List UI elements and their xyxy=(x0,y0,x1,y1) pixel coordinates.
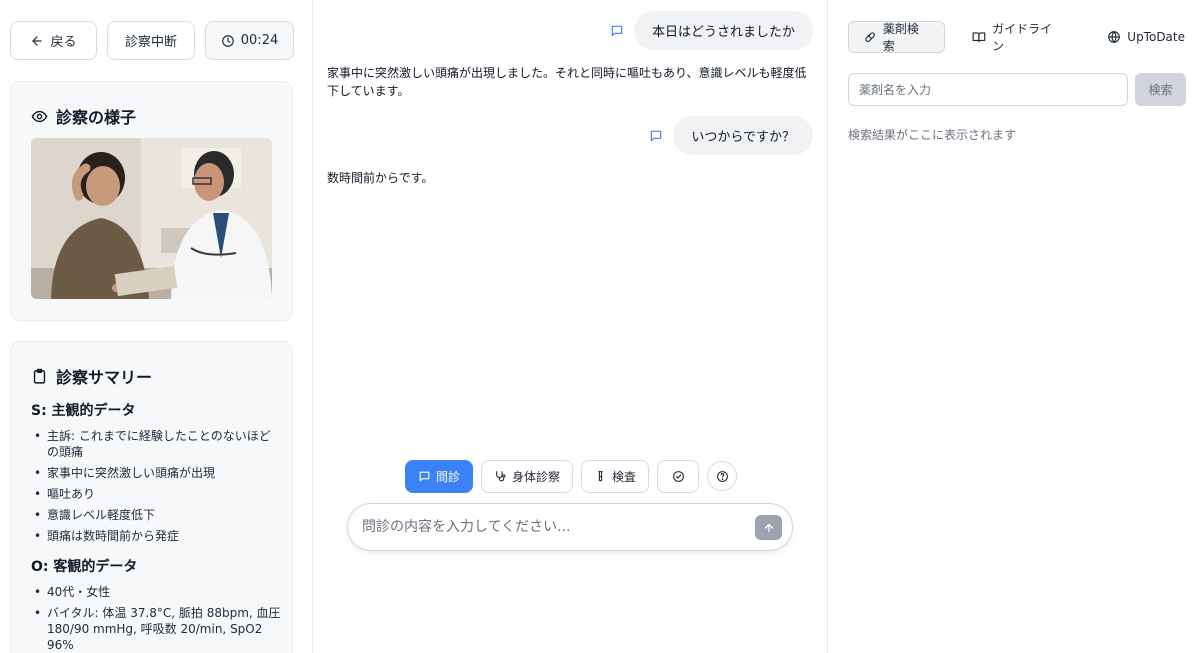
stop-exam-label: 診察中断 xyxy=(124,35,177,50)
stop-exam-button[interactable]: 診察中断 xyxy=(107,21,195,60)
list-item: バイタル: 体温 37.8°C, 脈拍 88bpm, 血圧 180/90 mmH… xyxy=(31,605,281,653)
chat-input-box xyxy=(347,503,793,551)
back-button[interactable]: 戻る xyxy=(10,21,97,60)
test-button[interactable]: 検査 xyxy=(581,460,650,493)
summary-card: 診察サマリー S: 主観的データ 主訴: これまでに経験したことのないほどの頭痛… xyxy=(10,341,293,653)
eye-icon xyxy=(31,110,48,122)
check-circle-icon xyxy=(672,471,684,482)
tab-uptodate-label: UpToDate xyxy=(1127,30,1185,44)
book-icon xyxy=(972,32,986,43)
scene-title-text: 診察の様子 xyxy=(56,108,137,127)
pill-icon xyxy=(865,32,875,43)
subjective-heading: S: 主観的データ xyxy=(31,403,136,419)
chat-panel: 本日はどうされましたか 家事中に突然激しい頭痛が出現しました。それと同時に嘔吐も… xyxy=(313,0,828,653)
physical-exam-button[interactable]: 身体診察 xyxy=(481,460,574,493)
exam-scene-image xyxy=(31,138,272,299)
physical-exam-label: 身体診察 xyxy=(512,470,561,484)
left-panel: 戻る 診察中断 00:24 診察の様子 診察サマリー S: 主観的データ • 主… xyxy=(0,0,313,653)
arrow-left-icon xyxy=(32,35,43,46)
reference-panel: 薬剤検索 ガイドライン UpToDate 検索 検索結果がここに表示されます xyxy=(828,0,1200,653)
message-icon xyxy=(419,471,430,482)
drug-search-row: 検索 xyxy=(848,73,1186,106)
soap-summary: S: 主観的データ 主訴: これまでに経験したことのないほどの頭痛 家事中に突然… xyxy=(31,400,281,653)
scene-card-title: 診察の様子 xyxy=(31,104,136,128)
list-item: 頭痛は数時間前から発症 xyxy=(31,528,281,544)
list-item: 40代・女性 xyxy=(31,584,281,600)
scene-card: 診察の様子 xyxy=(10,81,293,321)
timer-value: 00:24 xyxy=(240,33,279,48)
patient-message: 数時間前からです。 xyxy=(327,171,434,185)
chat-input[interactable] xyxy=(362,504,742,550)
interview-mode-label: 問診 xyxy=(436,470,461,484)
subjective-list: 主訴: これまでに経験したことのないほどの頭痛 家事中に突然激しい頭痛が出現 嘔… xyxy=(31,428,281,544)
stethoscope-icon xyxy=(496,471,506,482)
back-label: 戻る xyxy=(50,35,77,50)
list-item: 家事中に突然激しい頭痛が出現 xyxy=(31,465,281,481)
doctor-message: いつからですか？ xyxy=(649,116,813,155)
interview-mode-button[interactable]: 問診 xyxy=(405,460,474,493)
list-item: 意識レベル軽度低下 xyxy=(31,507,281,523)
search-result-placeholder: 検索結果がここに表示されます xyxy=(848,128,1017,142)
drug-search-button[interactable]: 検索 xyxy=(1135,73,1186,106)
message-bubble: 本日はどうされましたか xyxy=(633,11,813,50)
tab-guideline[interactable]: ガイドライン xyxy=(957,21,1078,53)
tab-guideline-label: ガイドライン xyxy=(992,22,1053,53)
patient-message: 家事中に突然激しい頭痛が出現しました。それと同時に嘔吐もあり、意識レベルも軽度低… xyxy=(327,66,807,98)
summary-title-text: 診察サマリー xyxy=(56,368,153,387)
tab-drug-search[interactable]: 薬剤検索 xyxy=(848,21,946,53)
exam-scene-illustration xyxy=(31,138,272,299)
message-icon xyxy=(611,25,623,36)
clipboard-icon xyxy=(33,368,46,384)
objective-heading: O: 客観的データ xyxy=(31,559,138,575)
send-button[interactable] xyxy=(755,515,782,540)
reference-tabs: 薬剤検索 ガイドライン UpToDate xyxy=(848,21,1200,53)
doctor-message: 本日はどうされましたか xyxy=(610,11,813,50)
timer-display: 00:24 xyxy=(205,21,294,60)
tab-drug-label: 薬剤検索 xyxy=(882,22,919,53)
help-button[interactable] xyxy=(707,461,738,491)
drug-search-input[interactable] xyxy=(848,73,1128,106)
list-item: 主訴: これまでに経験したことのないほどの頭痛 xyxy=(31,428,281,460)
message-icon xyxy=(651,130,662,141)
clock-icon xyxy=(221,34,234,47)
list-item: 嘔吐あり xyxy=(31,486,281,502)
diagnosis-button[interactable] xyxy=(657,460,700,493)
mode-selector: 問診 身体診察 検査 xyxy=(405,460,738,493)
arrow-up-icon xyxy=(764,523,773,532)
message-bubble: いつからですか？ xyxy=(673,116,813,155)
test-tube-icon xyxy=(598,471,603,482)
summary-card-title: 診察サマリー xyxy=(31,364,152,388)
test-label: 検査 xyxy=(612,470,637,484)
tab-uptodate[interactable]: UpToDate xyxy=(1092,21,1200,53)
top-toolbar: 戻る 診察中断 00:24 xyxy=(10,21,294,60)
help-circle-icon xyxy=(716,470,728,482)
objective-list: 40代・女性 バイタル: 体温 37.8°C, 脈拍 88bpm, 血圧 180… xyxy=(31,584,281,653)
globe-icon xyxy=(1108,30,1121,44)
